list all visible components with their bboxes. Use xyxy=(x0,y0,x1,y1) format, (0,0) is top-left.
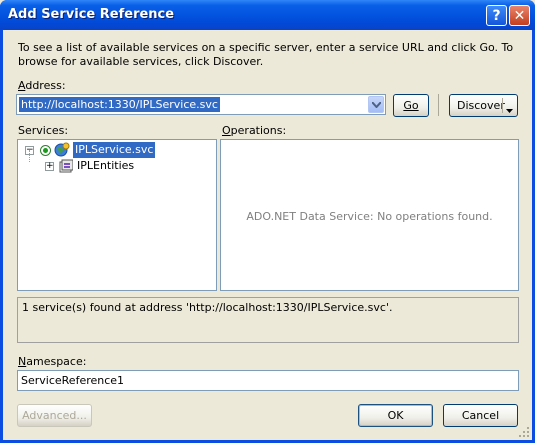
namespace-input[interactable]: ServiceReference1 xyxy=(17,370,519,391)
dialog-body: To see a list of available services on a… xyxy=(3,30,532,440)
chevron-down-icon[interactable] xyxy=(506,103,513,116)
tree-item-iplentities[interactable]: + IPLEntities xyxy=(18,150,208,174)
operations-label-accel: O xyxy=(222,124,231,137)
go-button-label: Go xyxy=(403,99,419,112)
services-label: Services: xyxy=(18,124,69,137)
operations-empty-message: ADO.NET Data Service: No operations foun… xyxy=(246,210,493,223)
close-button[interactable]: ✕ xyxy=(509,5,530,26)
tree-item-label: IPLService.svc xyxy=(73,142,156,158)
address-label-rest: ddress: xyxy=(25,79,66,92)
address-dropdown-button[interactable] xyxy=(368,96,384,113)
class-icon xyxy=(59,159,74,178)
intro-text: To see a list of available services on a… xyxy=(18,41,514,68)
status-message: 1 service(s) found at address 'http://lo… xyxy=(17,297,519,343)
services-tree[interactable]: − IPLService.svc + IPLEntities xyxy=(17,139,217,291)
cancel-button[interactable]: Cancel xyxy=(443,404,518,427)
status-text: 1 service(s) found at address 'http://lo… xyxy=(22,301,393,314)
address-combobox[interactable]: http://localhost:1330/IPLService.svc xyxy=(16,94,386,115)
divider xyxy=(438,94,439,116)
tree-connector xyxy=(29,150,30,162)
split-divider xyxy=(502,98,503,113)
help-icon: ? xyxy=(492,7,501,24)
operations-list[interactable]: ADO.NET Data Service: No operations foun… xyxy=(220,139,519,291)
advanced-button-label: Advanced... xyxy=(22,409,87,422)
address-label: Address: xyxy=(18,79,66,92)
add-service-reference-dialog: Add Service Reference ? ✕ To see a list … xyxy=(0,0,535,443)
help-button[interactable]: ? xyxy=(486,5,507,26)
cancel-button-label: Cancel xyxy=(461,409,500,422)
title-bar[interactable]: Add Service Reference ? ✕ xyxy=(0,0,535,30)
go-button[interactable]: Go xyxy=(393,94,429,117)
namespace-label: Namespace: xyxy=(18,355,86,368)
discover-button[interactable]: Discover xyxy=(449,94,518,117)
advanced-button[interactable]: Advanced... xyxy=(17,404,92,427)
ok-button[interactable]: OK xyxy=(358,404,433,427)
tree-item-label: IPLEntities xyxy=(77,159,135,172)
address-input[interactable]: http://localhost:1330/IPLService.svc xyxy=(19,97,220,112)
tree-item-iplservice[interactable]: − IPLService.svc xyxy=(18,142,208,158)
discover-button-label: Discover xyxy=(457,99,505,112)
window-title: Add Service Reference xyxy=(8,7,175,22)
namespace-label-accel: N xyxy=(18,355,27,368)
ok-button-label: OK xyxy=(387,409,404,422)
namespace-label-rest: amespace: xyxy=(26,355,87,368)
chevron-down-icon xyxy=(371,101,381,108)
operations-label-rest: perations: xyxy=(230,124,287,137)
operations-label: Operations: xyxy=(222,124,286,137)
resize-grip-icon[interactable] xyxy=(518,426,530,438)
close-icon: ✕ xyxy=(513,7,526,24)
expand-icon[interactable]: + xyxy=(45,162,54,171)
